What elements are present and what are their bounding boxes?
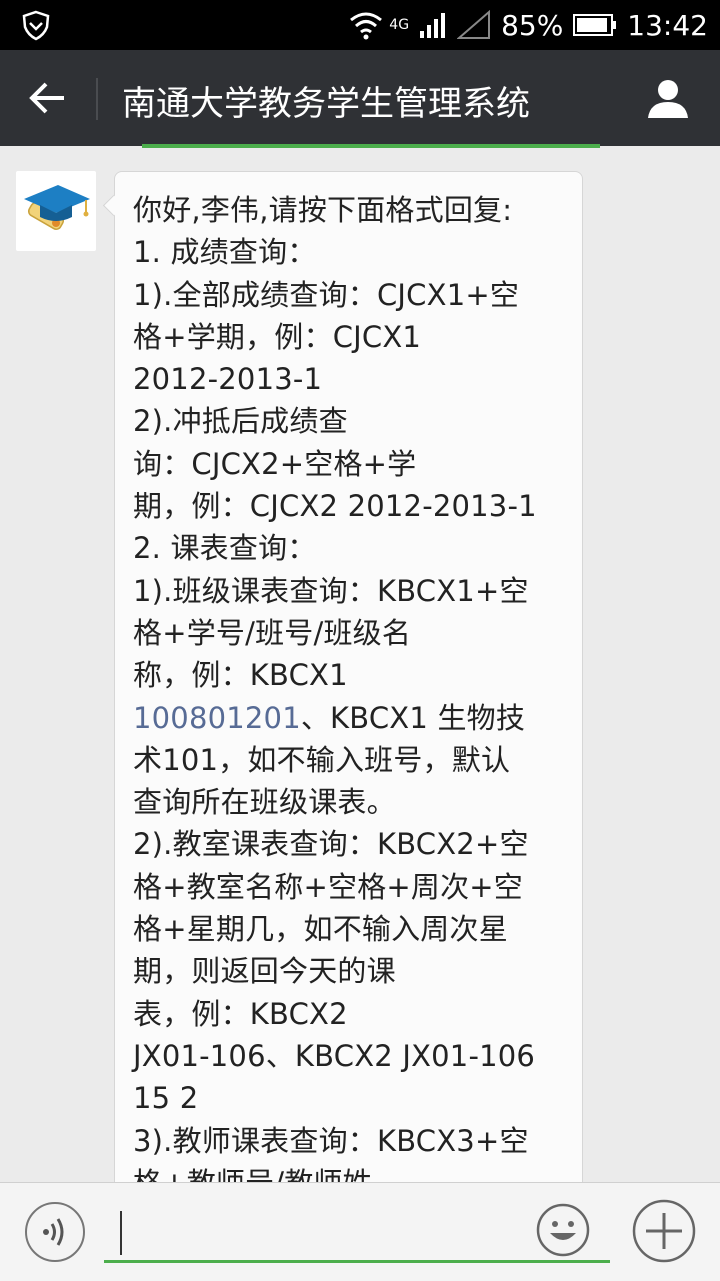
text-caret [120,1211,122,1255]
message-line-text: 期，则返回今天的课 [133,954,396,989]
message-line-text: 15 2 [133,1081,199,1116]
message-line-text: 2012-2013-1 [133,362,323,397]
message-line-text: 2).冲抵后成绩查 [133,404,348,439]
no-signal-icon [457,10,491,39]
message-line: 询：CJCX2+空格+学 [133,443,563,485]
message-line: 2012-2013-1 [133,358,563,400]
message-line-text: 格+教室名称+空格+周次+空 [133,869,523,904]
battery-percent: 85% [501,8,564,42]
message-line-text: 期，例：CJCX2 2012-2013-1 [133,489,537,524]
message-line-text: 询：CJCX2+空格+学 [133,446,417,481]
avatar[interactable] [16,171,96,251]
message-line-text: 术101，如不输入班号，默认 [133,742,511,777]
message-line: JX01-106、KBCX2 JX01-106 [133,1035,563,1077]
message-line-text: 格+学号/班号/班级名 [133,615,412,650]
message-text: 你好,李伟,请按下面格式回复: 1. 成绩查询： 1).全部成绩查询：CJCX1+空… [133,189,563,1204]
message-line-text: 查询所在班级课表。 [133,785,396,820]
title-divider [96,78,98,120]
message-line-text: 2).教室课表查询：KBCX2+空 [133,827,529,862]
emoji-icon[interactable] [536,1203,590,1257]
message-line: 1).全部成绩查询：CJCX1+空 [133,274,563,316]
message-line: 期，例：CJCX2 2012-2013-1 [133,485,563,527]
network-type: 4G [389,17,410,33]
message-line-text: 3).教师课表查询：KBCX3+空 [133,1123,529,1158]
phone-number-link[interactable]: 100801201 [133,701,301,735]
message-line: 100801201、KBCX1 生物技 [133,697,563,739]
message-line: 15 2 [133,1077,563,1119]
message-line-text: 2. 课表查询： [133,531,317,566]
message-line-text: JX01-106、KBCX2 JX01-106 [133,1038,536,1073]
status-bar: 4G 85% 13:42 [0,0,720,50]
message-line: 你好,李伟,请按下面格式回复: [133,189,563,231]
message-line-text: 1).全部成绩查询：CJCX1+空 [133,277,520,312]
message-line-text: 格+星期几，如不输入周次星 [133,912,508,947]
message-line: 查询所在班级课表。 [133,781,563,823]
message-line: 格+学号/班号/班级名 [133,612,563,654]
message-line: 1. 成绩查询： [133,231,563,273]
graduation-cap-icon [24,185,90,230]
message-line: 术101，如不输入班号，默认 [133,739,563,781]
message-line-text: 格+学期，例：CJCX1 [133,319,422,354]
wifi-icon [350,12,383,40]
back-arrow-icon[interactable] [22,76,74,120]
header-accent-line [142,144,600,148]
plus-icon[interactable] [632,1199,696,1263]
message-line: 格+学期，例：CJCX1 [133,316,563,358]
message-line-text: 1. 成绩查询： [133,235,317,270]
person-icon[interactable] [646,76,690,120]
clock: 13:42 [627,8,708,42]
message-line-text: 你好,李伟,请按下面格式回复: [133,193,513,227]
title-bar: 南通大学教务学生管理系统 [0,50,720,146]
battery-icon [573,14,617,36]
message-input[interactable] [104,1207,610,1263]
message-line-text: 称，例：KBCX1 [133,658,348,693]
message-line-text: 、KBCX1 生物技 [300,700,526,735]
message-line: 1).班级课表查询：KBCX1+空 [133,570,563,612]
message-line: 称，例：KBCX1 [133,654,563,696]
signal-icon [420,13,446,38]
message-line: 格+教室名称+空格+周次+空 [133,866,563,908]
message-line: 2).冲抵后成绩查 [133,400,563,442]
message-line: 格+星期几，如不输入周次星 [133,908,563,950]
message-line-text: 1).班级课表查询：KBCX1+空 [133,573,529,608]
shield-icon [22,10,50,41]
message-line: 2).教室课表查询：KBCX2+空 [133,823,563,865]
voice-icon[interactable] [24,1201,86,1263]
message-line: 表，例：KBCX2 [133,993,563,1035]
message-line-text: 表，例：KBCX2 [133,996,348,1031]
input-bar [0,1182,720,1281]
page-title: 南通大学教务学生管理系统 [122,84,530,124]
message-line: 3).教师课表查询：KBCX3+空 [133,1120,563,1162]
message-line: 2. 课表查询： [133,527,563,569]
message-line: 期，则返回今天的课 [133,950,563,992]
